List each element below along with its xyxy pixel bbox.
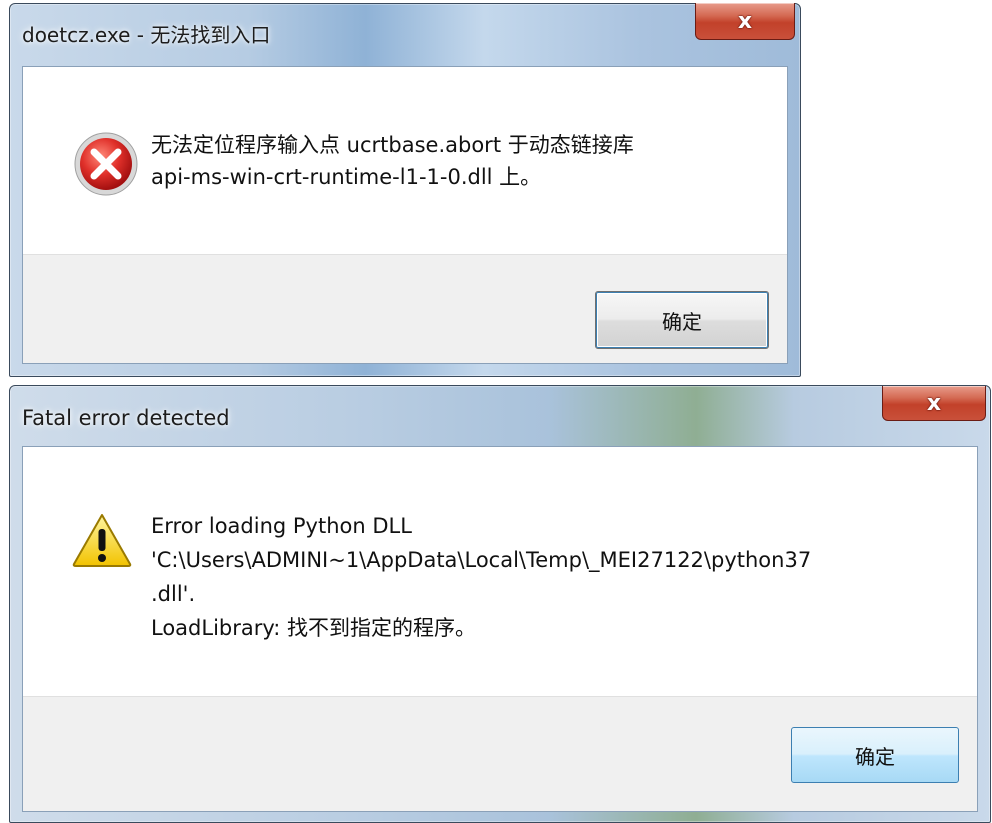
message-line: api-ms-win-crt-runtime-l1-1-0.dll 上。	[151, 165, 542, 189]
message-line: .dll'.	[151, 582, 196, 606]
ok-button[interactable]: 确定	[595, 291, 769, 349]
close-icon: x	[926, 390, 942, 416]
dialog-body: Error loading Python DLL 'C:\Users\ADMIN…	[22, 446, 978, 812]
message-line: 无法定位程序输入点 ucrtbase.abort 于动态链接库	[151, 133, 634, 157]
error-message: Error loading Python DLL 'C:\Users\ADMIN…	[151, 509, 811, 645]
message-line: LoadLibrary: 找不到指定的程序。	[151, 616, 477, 640]
message-line: 'C:\Users\ADMINI~1\AppData\Local\Temp\_M…	[151, 548, 812, 572]
ok-button[interactable]: 确定	[791, 727, 959, 783]
close-button[interactable]: x	[695, 3, 795, 40]
fatal-error-dialog: Fatal error detected x Error loading Pyt…	[9, 385, 991, 823]
error-dialog-entry-point: doetcz.exe - 无法找到入口 x 无法定位程序输入点 ucrtbase…	[9, 3, 801, 377]
button-bar: 确定	[23, 254, 787, 363]
message-line: Error loading Python DLL	[151, 514, 412, 538]
dialog-title: doetcz.exe - 无法找到入口	[22, 23, 271, 47]
error-icon	[73, 131, 139, 201]
error-message: 无法定位程序输入点 ucrtbase.abort 于动态链接库 api-ms-w…	[151, 129, 634, 193]
warning-icon	[71, 512, 133, 572]
close-icon: x	[737, 8, 753, 34]
dialog-title: Fatal error detected	[22, 406, 230, 430]
close-button[interactable]: x	[882, 386, 986, 421]
dialog-body: 无法定位程序输入点 ucrtbase.abort 于动态链接库 api-ms-w…	[22, 66, 788, 364]
button-bar: 确定	[23, 696, 977, 811]
